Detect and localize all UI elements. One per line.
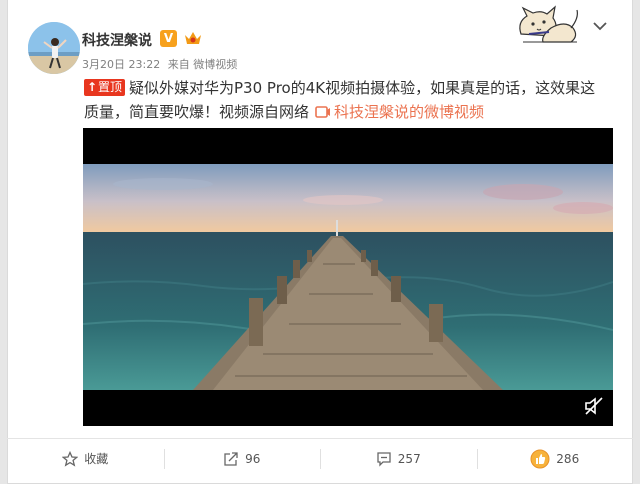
crown-icon [185,32,201,44]
chevron-down-icon[interactable] [592,20,608,32]
comment-icon [377,451,391,467]
thumbs-up-icon [530,449,550,468]
post-source-prefix: 来自 [167,58,190,71]
action-bar: 收藏 96 257 286 [7,438,633,478]
favorite-label: 收藏 [84,452,109,466]
post-source[interactable]: 微博视频 [193,58,237,71]
like-count: 286 [556,451,580,466]
post-time[interactable]: 3月20日 23:22 [82,58,160,71]
video-player[interactable] [83,128,613,426]
video-frame-pier-image [83,164,613,390]
video-icon [315,106,331,118]
pinned-label: 置顶 [98,80,123,94]
share-icon [224,451,238,466]
like-button[interactable]: 286 [476,439,634,478]
pinned-tag: ↑置顶 [84,79,126,96]
video-link[interactable]: 科技涅槃说的微博视频 [315,103,484,121]
repost-count: 96 [245,451,261,466]
avatar[interactable] [28,22,80,74]
favorite-button[interactable]: 收藏 [7,439,164,478]
cat-decoration-icon [519,5,578,43]
comment-button[interactable]: 257 [320,439,477,478]
comment-count: 257 [397,451,421,466]
post-meta: 3月20日 23:22 来自 微博视频 [82,56,237,72]
username[interactable]: 科技涅槃说 [82,30,152,50]
mute-icon[interactable] [583,396,605,416]
repost-button[interactable]: 96 [163,439,321,478]
star-icon [62,450,79,467]
pin-icon: ↑ [86,80,98,94]
post-content: ↑置顶 疑似外媒对华为P30 Pro的4K视频拍摄体验，如果真是的话，这效果这质量… [84,76,610,124]
video-link-label[interactable]: 科技涅槃说的微博视频 [334,103,484,121]
verified-badge: V [160,30,177,47]
